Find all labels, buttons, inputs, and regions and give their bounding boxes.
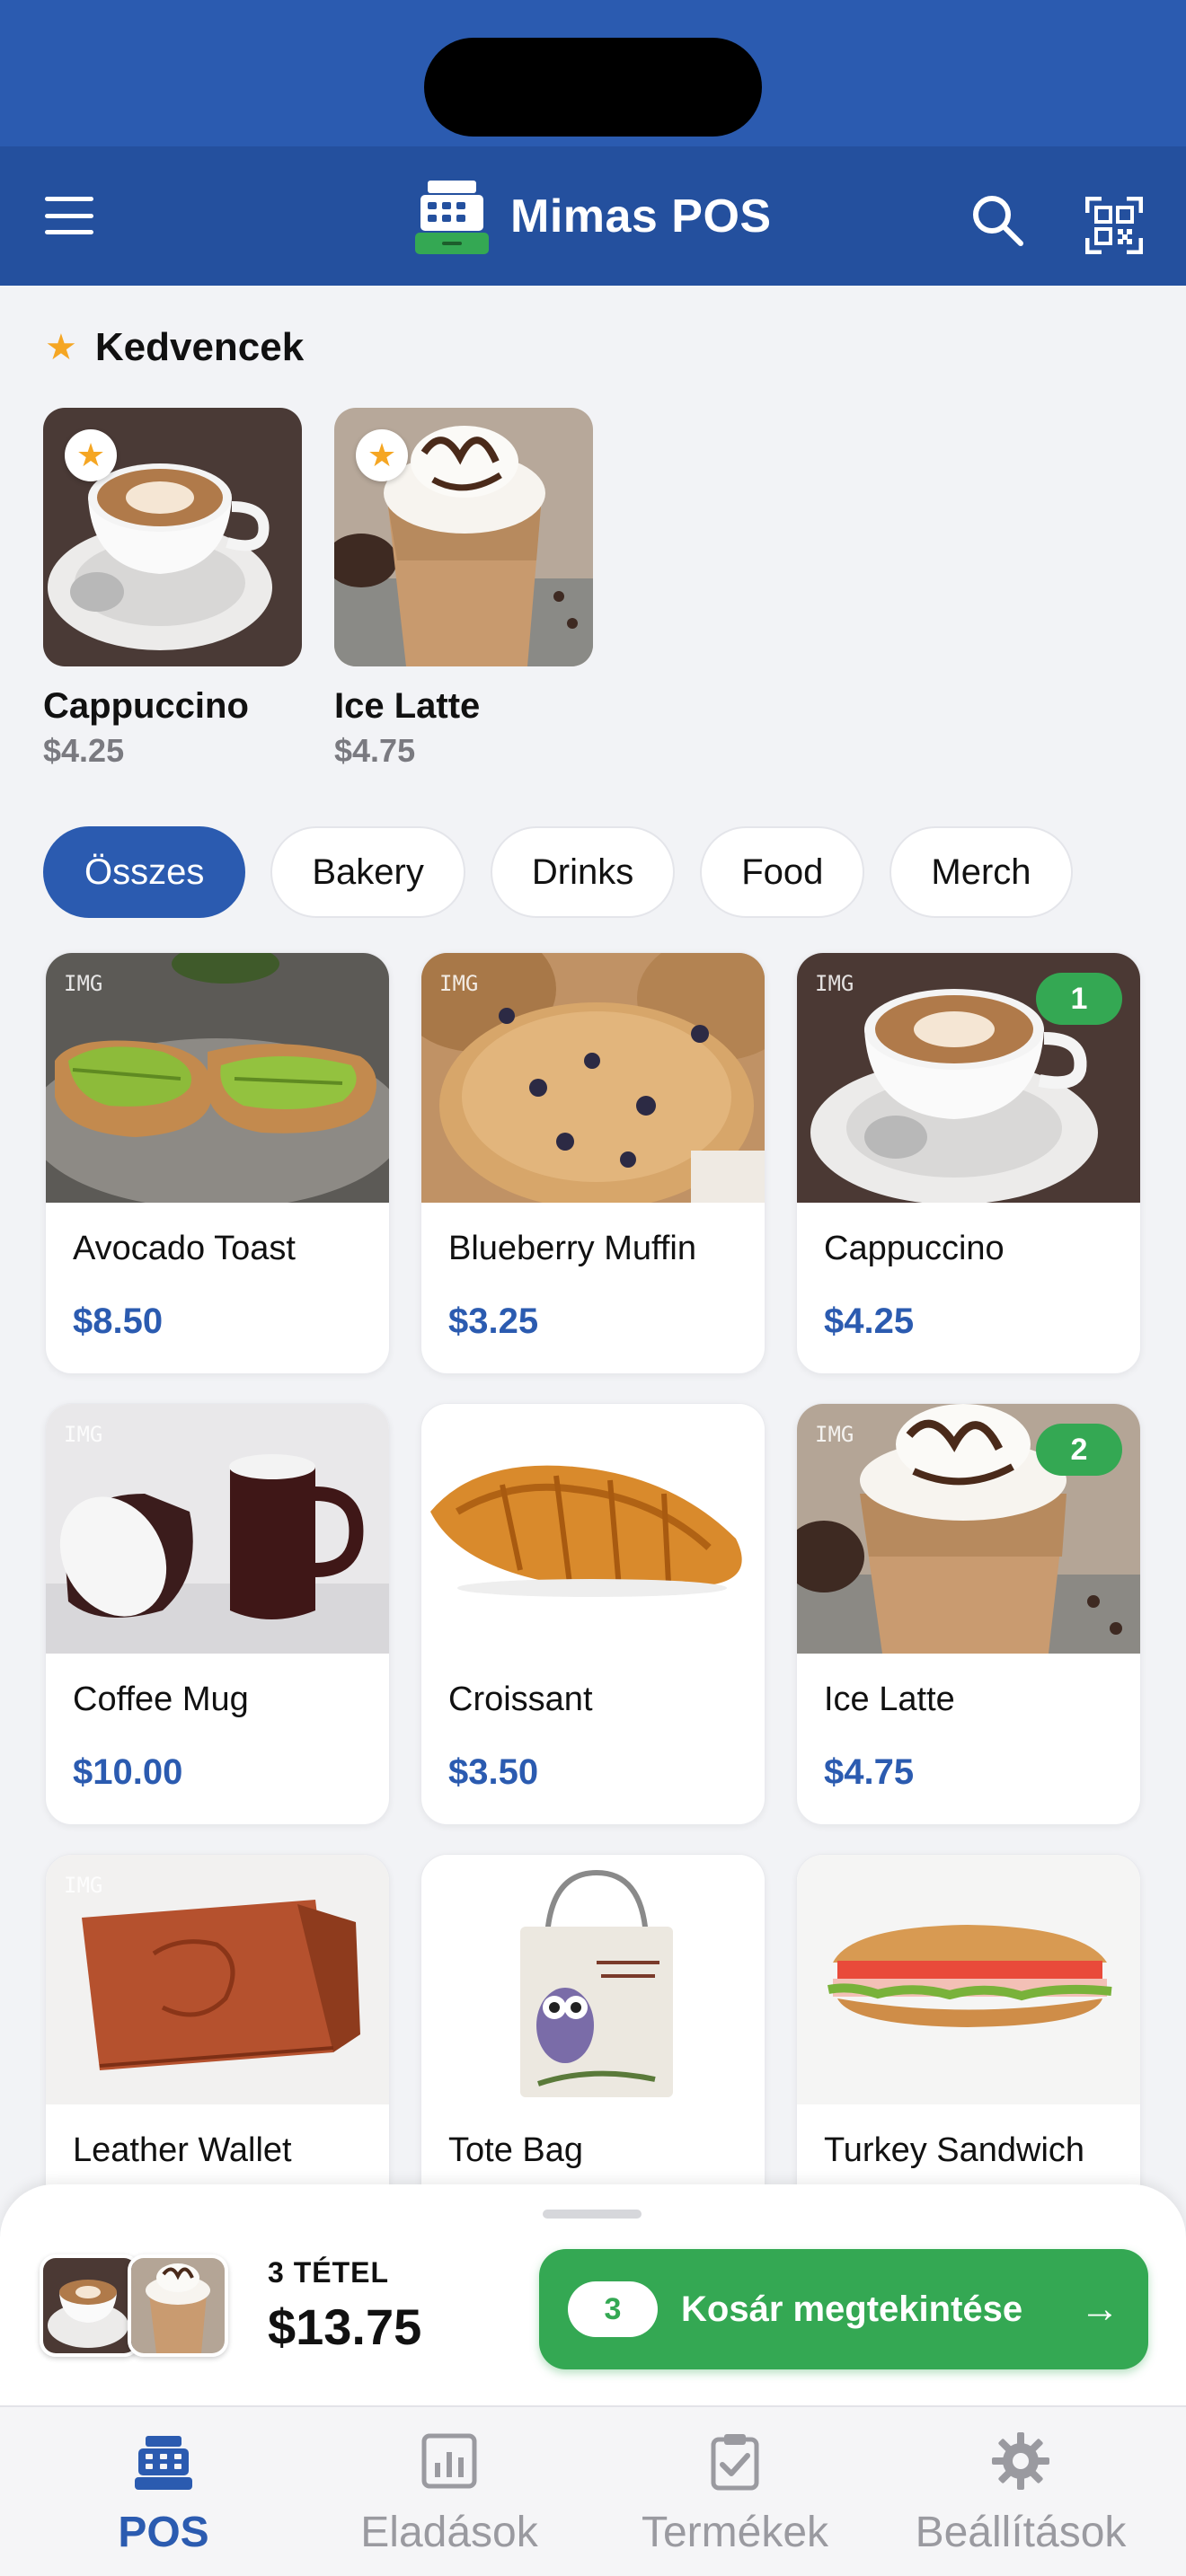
img-placeholder-tag: IMG — [439, 971, 479, 996]
product-card[interactable]: IMG 1 Cappuccino $4.25 — [796, 952, 1141, 1374]
product-image: IMG 2 — [797, 1404, 1140, 1654]
favorite-item[interactable]: ★ Ice Latte $4.75 — [334, 408, 595, 770]
product-image: ★ — [334, 408, 593, 666]
app-bar: Mimas POS — [0, 146, 1186, 286]
product-image: IMG — [46, 1404, 389, 1654]
product-name: Ice Latte — [824, 1681, 955, 1718]
cart-item-thumbnails — [40, 2254, 232, 2360]
cash-register-icon — [135, 2436, 192, 2490]
product-image — [797, 1855, 1140, 2104]
favorites-title: Kedvencek — [94, 325, 305, 369]
product-image: IMG — [46, 1855, 389, 2104]
product-name: Blueberry Muffin — [448, 1230, 696, 1267]
product-price: $4.25 — [824, 1301, 915, 1341]
favorite-name: Ice Latte — [334, 686, 481, 726]
category-filter: Összes Bakery Drinks Food Merch — [43, 826, 1073, 918]
product-image: IMG 1 — [797, 953, 1140, 1203]
app-title-group: Mimas POS — [415, 179, 772, 254]
favorite-price: $4.25 — [43, 732, 125, 769]
gear-icon — [992, 2432, 1049, 2490]
cart-thumbnail — [128, 2254, 228, 2357]
product-image — [421, 1404, 765, 1654]
product-price: $3.50 — [448, 1752, 539, 1792]
product-price: $8.50 — [73, 1301, 164, 1341]
product-card[interactable]: IMG Blueberry Muffin $3.25 — [420, 952, 766, 1374]
product-image: IMG — [46, 953, 389, 1203]
dynamic-island — [424, 38, 762, 137]
sheet-grabber[interactable] — [543, 2210, 642, 2219]
view-cart-button[interactable]: 3 Kosár megtekintése → — [539, 2249, 1148, 2369]
product-name: Tote Bag — [448, 2131, 583, 2169]
favorite-name: Cappuccino — [43, 686, 249, 726]
cart-summary-sheet: 3 TÉTEL $13.75 3 Kosár megtekintése → — [0, 2184, 1186, 2405]
tab-label: Termékek — [641, 2509, 829, 2556]
tab-label: POS — [118, 2509, 209, 2556]
star-icon: ★ — [45, 328, 77, 367]
search-icon[interactable] — [970, 193, 1024, 247]
view-cart-label: Kosár megtekintése — [681, 2289, 1023, 2329]
product-name: Cappuccino — [824, 1230, 1005, 1267]
product-image — [421, 1855, 765, 2104]
category-chip-merch[interactable]: Merch — [890, 826, 1073, 918]
bar-chart-icon — [421, 2433, 477, 2489]
product-image: ★ — [43, 408, 302, 666]
cash-register-icon — [415, 181, 489, 254]
star-icon: ★ — [65, 429, 117, 481]
cart-quantity-badge: 2 — [1036, 1424, 1122, 1476]
product-image: IMG — [421, 953, 765, 1203]
category-chip-all[interactable]: Összes — [43, 826, 246, 918]
category-chip-food[interactable]: Food — [700, 826, 865, 918]
category-chip-drinks[interactable]: Drinks — [490, 826, 676, 918]
product-name: Leather Wallet — [73, 2131, 292, 2169]
tab-pos[interactable]: POS — [15, 2430, 312, 2557]
product-name: Turkey Sandwich — [824, 2131, 1085, 2169]
tab-products[interactable]: Termékek — [587, 2430, 883, 2557]
img-placeholder-tag: IMG — [815, 971, 854, 996]
cart-count-badge: 3 — [568, 2281, 658, 2337]
clipboard-check-icon — [711, 2434, 759, 2491]
category-chip-bakery[interactable]: Bakery — [270, 826, 465, 918]
product-card[interactable]: Croissant $3.50 — [420, 1403, 766, 1825]
product-card[interactable]: IMG Coffee Mug $10.00 — [45, 1403, 390, 1825]
product-card[interactable]: IMG 2 Ice Latte $4.75 — [796, 1403, 1141, 1825]
favorite-price: $4.75 — [334, 732, 416, 769]
img-placeholder-tag: IMG — [64, 971, 103, 996]
product-name: Coffee Mug — [73, 1681, 249, 1718]
arrow-right-icon: → — [1080, 2287, 1120, 2331]
cart-quantity-badge: 1 — [1036, 973, 1122, 1025]
favorite-item[interactable]: ★ Cappuccino $4.25 — [43, 408, 304, 770]
hamburger-icon[interactable] — [43, 191, 95, 240]
star-icon: ★ — [356, 429, 408, 481]
cart-item-count: 3 TÉTEL — [268, 2256, 390, 2289]
tab-settings[interactable]: Beállítások — [872, 2430, 1169, 2557]
product-card[interactable]: IMG Avocado Toast $8.50 — [45, 952, 390, 1374]
product-price: $3.25 — [448, 1301, 539, 1341]
bottom-tab-bar: POS Eladások Termékek Beállítások — [0, 2405, 1186, 2576]
app-title: Mimas POS — [510, 190, 772, 243]
tab-sales[interactable]: Eladások — [301, 2430, 597, 2557]
status-bar — [0, 0, 1186, 146]
img-placeholder-tag: IMG — [64, 1873, 103, 1898]
product-name: Croissant — [448, 1681, 593, 1718]
cart-total: $13.75 — [268, 2298, 422, 2355]
product-price: $10.00 — [73, 1752, 183, 1792]
cart-thumbnail — [40, 2254, 140, 2357]
product-name: Avocado Toast — [73, 1230, 296, 1267]
product-price: $4.75 — [824, 1752, 915, 1792]
tab-label: Beállítások — [915, 2509, 1127, 2556]
img-placeholder-tag: IMG — [815, 1422, 854, 1447]
favorites-header: ★ Kedvencek — [45, 325, 304, 370]
qr-code-icon[interactable] — [1085, 197, 1143, 254]
tab-label: Eladások — [360, 2509, 538, 2556]
img-placeholder-tag: IMG — [64, 1422, 103, 1447]
